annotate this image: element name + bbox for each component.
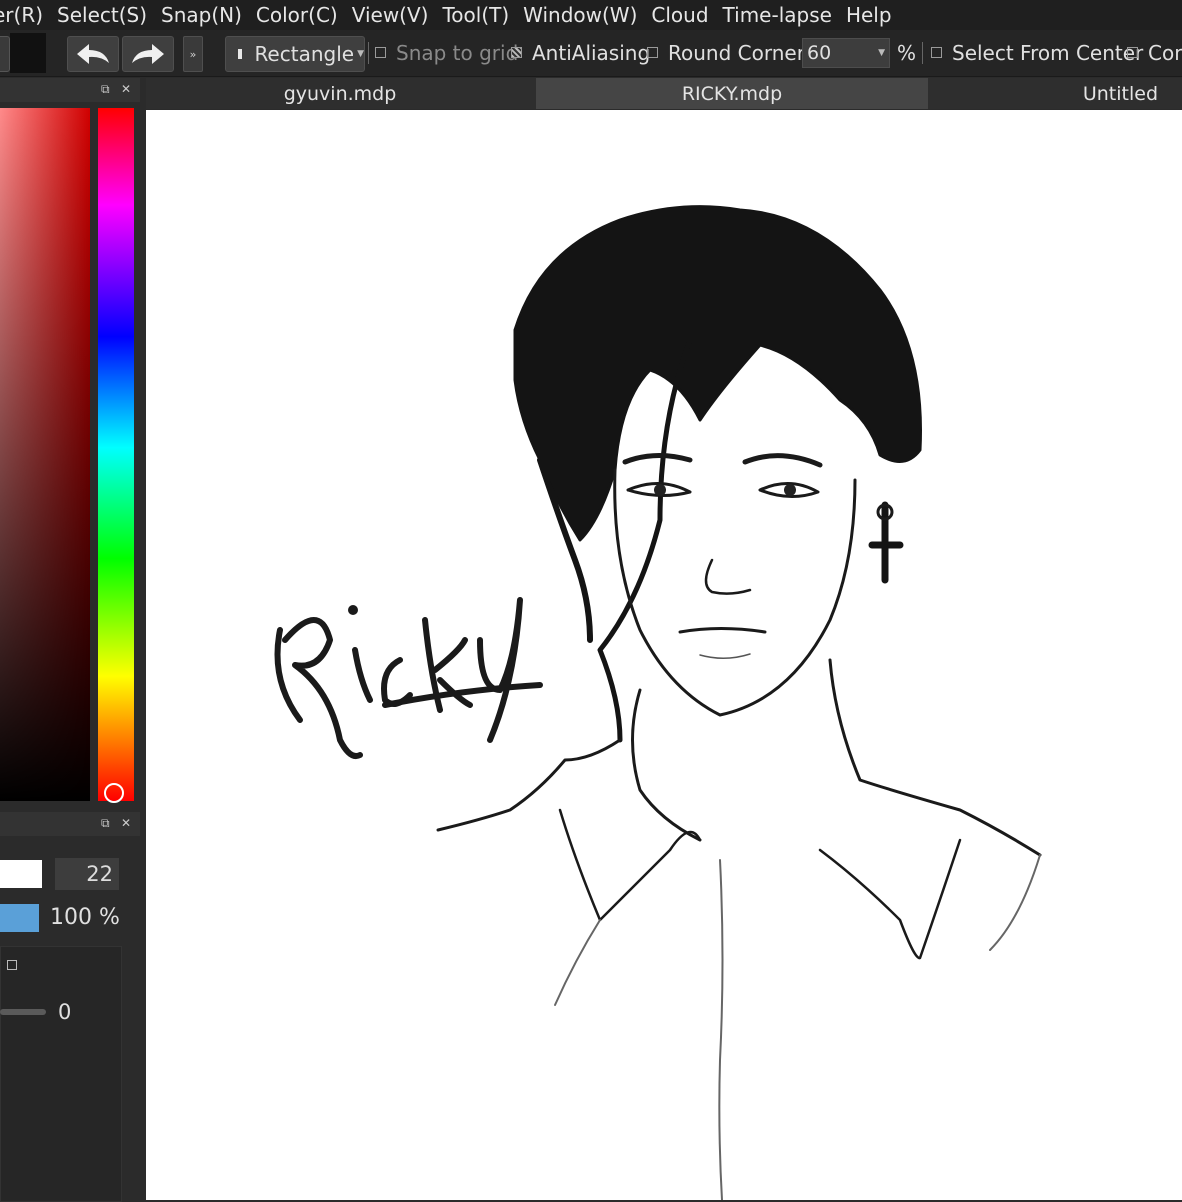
shirt-right <box>989 854 1041 951</box>
menu-bar: er(R) Select(S) Snap(N) Color(C) View(V)… <box>0 0 1182 30</box>
blur-slider[interactable] <box>0 1009 46 1015</box>
opacity-value: 100 % <box>50 905 120 930</box>
undock-icon[interactable]: ⧉ <box>101 82 110 97</box>
chevron-down-icon: ▼ <box>878 48 885 58</box>
menu-cloud[interactable]: Cloud <box>651 3 708 27</box>
color-panel-header: ⧉ ✕ <box>0 78 140 102</box>
lower-lip <box>699 653 751 659</box>
opacity-slider[interactable] <box>0 904 39 932</box>
chevron-down-icon: ▼ <box>357 49 364 59</box>
brush-preview <box>0 860 42 888</box>
brush-panel: ⧉ ✕ 22 100 % 0 <box>0 810 140 1202</box>
antialiasing-checkbox[interactable] <box>511 47 522 58</box>
more-tools-button[interactable]: » <box>183 36 203 72</box>
percent-label: % <box>897 41 917 65</box>
menu-tool[interactable]: Tool(T) <box>442 3 509 27</box>
right-pupil <box>784 484 796 496</box>
redo-icon <box>132 44 164 64</box>
continuous-checkbox[interactable] <box>1127 47 1138 58</box>
undo-button[interactable] <box>67 36 119 72</box>
separator <box>368 42 369 64</box>
right-eyebrow <box>742 453 823 468</box>
earring <box>868 501 904 584</box>
tab-ricky[interactable]: RICKY.mdp <box>536 78 928 109</box>
menu-color[interactable]: Color(C) <box>256 3 338 27</box>
undock-icon[interactable]: ⧉ <box>101 816 110 831</box>
blur-value: 0 <box>58 1000 72 1024</box>
rectangle-icon <box>238 49 243 59</box>
continuous-label: Con <box>1148 41 1182 65</box>
menu-layer[interactable]: er(R) <box>0 3 43 27</box>
portrait-sketch <box>274 205 1042 1200</box>
snap-to-grid-label: Snap to grid <box>396 41 519 65</box>
brush-size-input[interactable]: 22 <box>55 858 119 890</box>
collar-right <box>818 838 962 960</box>
neck-right <box>828 658 1042 857</box>
mouth <box>678 627 767 634</box>
snap-to-grid-checkbox[interactable] <box>375 47 386 58</box>
tab-gyuvin[interactable]: gyuvin.mdp <box>146 78 534 109</box>
signature <box>274 597 543 759</box>
hue-marker[interactable] <box>104 783 124 803</box>
menu-snap[interactable]: Snap(N) <box>161 3 242 27</box>
menu-select[interactable]: Select(S) <box>57 3 147 27</box>
round-corners-label: Round Corners <box>668 41 816 65</box>
document-tab-bar: gyuvin.mdp RICKY.mdp Untitled <box>146 78 1182 109</box>
shoulder-left <box>436 738 622 832</box>
color-panel: ⧉ ✕ <box>0 78 140 806</box>
hair <box>513 205 922 542</box>
redo-button[interactable] <box>122 36 174 72</box>
nose <box>704 558 752 595</box>
neck-left <box>631 688 702 842</box>
close-icon[interactable]: ✕ <box>121 816 131 830</box>
saturation-value-picker[interactable] <box>0 108 90 801</box>
menu-view[interactable]: View(V) <box>352 3 429 27</box>
select-from-center-checkbox[interactable] <box>931 47 942 58</box>
selection-shape-label: Rectangle <box>254 42 355 66</box>
round-corners-input[interactable]: 60 ▼ <box>802 38 890 68</box>
antialiasing-label: AntiAliasing <box>532 41 651 65</box>
tab-untitled[interactable]: Untitled <box>930 78 1182 109</box>
hue-slider[interactable] <box>98 108 134 801</box>
menu-window[interactable]: Window(W) <box>523 3 637 27</box>
menu-help[interactable]: Help <box>846 3 892 27</box>
round-corners-checkbox[interactable] <box>647 47 658 58</box>
background-color-swatch[interactable] <box>10 33 46 73</box>
shirt-placket <box>718 859 724 1200</box>
round-corners-value: 60 <box>807 42 832 64</box>
brush-settings-box <box>0 946 122 1202</box>
close-icon[interactable]: ✕ <box>121 82 131 96</box>
separator <box>922 42 923 64</box>
brush-panel-header: ⧉ ✕ <box>0 812 140 836</box>
drawing-canvas[interactable] <box>146 110 1182 1200</box>
shirt-left <box>554 919 601 1006</box>
undo-icon <box>77 44 109 64</box>
select-from-center-label: Select From Center <box>952 41 1144 65</box>
foreground-color-swatch[interactable] <box>0 36 10 72</box>
tool-options-bar: » Rectangle ▼ Snap to grid AntiAliasing … <box>0 30 1182 77</box>
selection-shape-dropdown[interactable]: Rectangle ▼ <box>225 36 365 72</box>
menu-timelapse[interactable]: Time-lapse <box>723 3 832 27</box>
brush-option-checkbox[interactable] <box>7 960 17 970</box>
left-eyebrow <box>622 452 693 465</box>
left-pupil <box>654 484 666 496</box>
